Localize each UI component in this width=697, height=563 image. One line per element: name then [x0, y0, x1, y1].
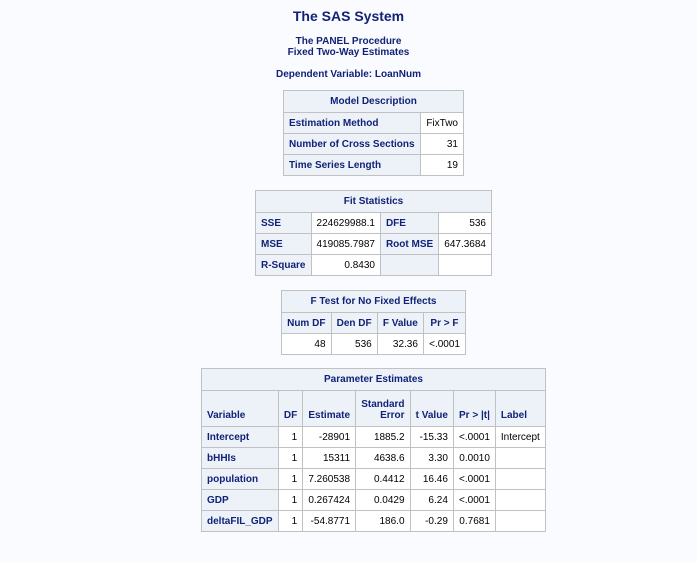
- table-cell: Intercept: [494, 426, 547, 448]
- table-caption: F Test for No Fixed Effects: [281, 290, 466, 313]
- table-cell: 536: [330, 333, 378, 355]
- row-header: [379, 254, 440, 276]
- table-cell: 1: [277, 489, 304, 511]
- table-cell: 1: [277, 447, 304, 469]
- table-cell: [494, 468, 547, 490]
- row-header: Number of Cross Sections: [282, 133, 422, 155]
- column-header: Variable: [201, 390, 279, 427]
- table-row: Intercept 1 -28901 1885.2 -15.33 <.0001 Interc…: [201, 426, 547, 448]
- table-cell: <.0001: [452, 468, 496, 490]
- table-cell: [494, 489, 547, 511]
- row-header: MSE: [255, 233, 312, 255]
- table-cell: <.0001: [452, 489, 496, 511]
- table-cell: 0.267424: [302, 489, 357, 511]
- table-row: population 1 7.260538 0.4412 16.46 <.0001: [201, 468, 547, 490]
- table-cell: 224629988.1: [310, 212, 381, 234]
- table-row: bHHIs 1 15311 4638.6 3.30 0.0010: [201, 447, 547, 469]
- table-cell: [494, 447, 547, 469]
- row-header: population: [201, 468, 279, 490]
- table-row: Estimation Method FixTwo: [282, 112, 464, 134]
- f-test-table: F Test for No Fixed Effects Num DF Den D…: [281, 290, 467, 355]
- table-row: deltaFIL_GDP 1 -54.8771 186.0 -0.29 0.7681: [201, 510, 547, 532]
- table-cell: 1: [277, 510, 304, 532]
- table-cell: 3.30: [409, 447, 454, 469]
- table-row: MSE 419085.7987 Root MSE 647.3684: [255, 233, 492, 255]
- table-cell: 4638.6: [355, 447, 411, 469]
- dependent-variable-label: Dependent Variable: LoanNum: [275, 69, 422, 80]
- table-caption: Fit Statistics: [255, 190, 492, 213]
- row-header: R-Square: [255, 254, 312, 276]
- column-header: t Value: [409, 390, 454, 427]
- column-header-line: Error: [380, 410, 405, 421]
- table-header-row: Variable DF Estimate Standard Error t Va…: [201, 390, 547, 427]
- table-caption: Parameter Estimates: [201, 368, 546, 391]
- row-header: SSE: [255, 212, 312, 234]
- table-cell: 1885.2: [355, 426, 411, 448]
- table-cell: 1: [277, 426, 304, 448]
- table-caption: Model Description: [283, 90, 464, 113]
- table-cell: 0.8430: [310, 254, 381, 276]
- table-cell: 1: [277, 468, 304, 490]
- table-cell: 7.260538: [302, 468, 357, 490]
- table-cell: 536: [438, 212, 492, 234]
- table-row: Number of Cross Sections 31: [282, 133, 464, 155]
- table-cell: 19: [420, 154, 464, 176]
- procedure-title: The PANEL Procedure: [295, 36, 402, 47]
- table-cell: 15311: [302, 447, 357, 469]
- table-cell: 32.36: [376, 333, 424, 355]
- table-cell: 186.0: [355, 510, 411, 532]
- row-header: deltaFIL_GDP: [201, 510, 279, 532]
- table-cell: 0.4412: [355, 468, 411, 490]
- table-row: SSE 224629988.1 DFE 536: [255, 212, 492, 234]
- table-cell: [494, 510, 547, 532]
- table-cell: 419085.7987: [310, 233, 381, 255]
- page-title: The SAS System: [292, 8, 405, 24]
- table-header-row: Num DF Den DF F Value Pr > F: [281, 312, 467, 334]
- table-row: GDP 1 0.267424 0.0429 6.24 <.0001: [201, 489, 547, 511]
- column-header-line: Standard: [361, 399, 405, 410]
- table-cell: -15.33: [409, 426, 454, 448]
- column-header: Standard Error: [355, 390, 411, 427]
- row-header: GDP: [201, 489, 279, 511]
- parameter-estimates-table: Parameter Estimates Variable DF Estimate…: [201, 368, 547, 532]
- table-cell: 647.3684: [438, 233, 492, 255]
- column-header: Num DF: [281, 312, 332, 334]
- column-header: Estimate: [302, 390, 357, 427]
- row-header: Estimation Method: [282, 112, 422, 134]
- table-row: Time Series Length 19: [282, 154, 464, 176]
- column-header: Label: [494, 390, 547, 427]
- row-header: Intercept: [201, 426, 279, 448]
- table-row: R-Square 0.8430: [255, 254, 492, 276]
- table-cell: FixTwo: [420, 112, 464, 134]
- table-cell: 16.46: [409, 468, 454, 490]
- table-cell: -54.8771: [302, 510, 357, 532]
- row-header: Time Series Length: [282, 154, 422, 176]
- table-cell: 0.0010: [452, 447, 496, 469]
- row-header: Root MSE: [379, 233, 440, 255]
- table-cell: 31: [420, 133, 464, 155]
- column-header: Pr > F: [422, 312, 467, 334]
- table-cell: [438, 254, 492, 276]
- table-cell: <.0001: [452, 426, 496, 448]
- table-cell: 48: [281, 333, 332, 355]
- table-cell: 6.24: [409, 489, 454, 511]
- table-cell: <.0001: [422, 333, 467, 355]
- column-header: Den DF: [330, 312, 378, 334]
- table-cell: 0.7681: [452, 510, 496, 532]
- column-header: DF: [277, 390, 304, 427]
- fit-statistics-table: Fit Statistics SSE 224629988.1 DFE 536 M…: [255, 190, 492, 276]
- table-row: 48 536 32.36 <.0001: [281, 333, 467, 355]
- row-header: bHHIs: [201, 447, 279, 469]
- column-header: Pr > |t|: [452, 390, 496, 427]
- procedure-subtitle: Fixed Two-Way Estimates: [287, 47, 410, 58]
- table-cell: -0.29: [409, 510, 454, 532]
- table-cell: 0.0429: [355, 489, 411, 511]
- row-header: DFE: [379, 212, 440, 234]
- table-cell: -28901: [302, 426, 357, 448]
- column-header: F Value: [376, 312, 424, 334]
- model-description-table: Model Description Estimation Method FixT…: [282, 90, 464, 176]
